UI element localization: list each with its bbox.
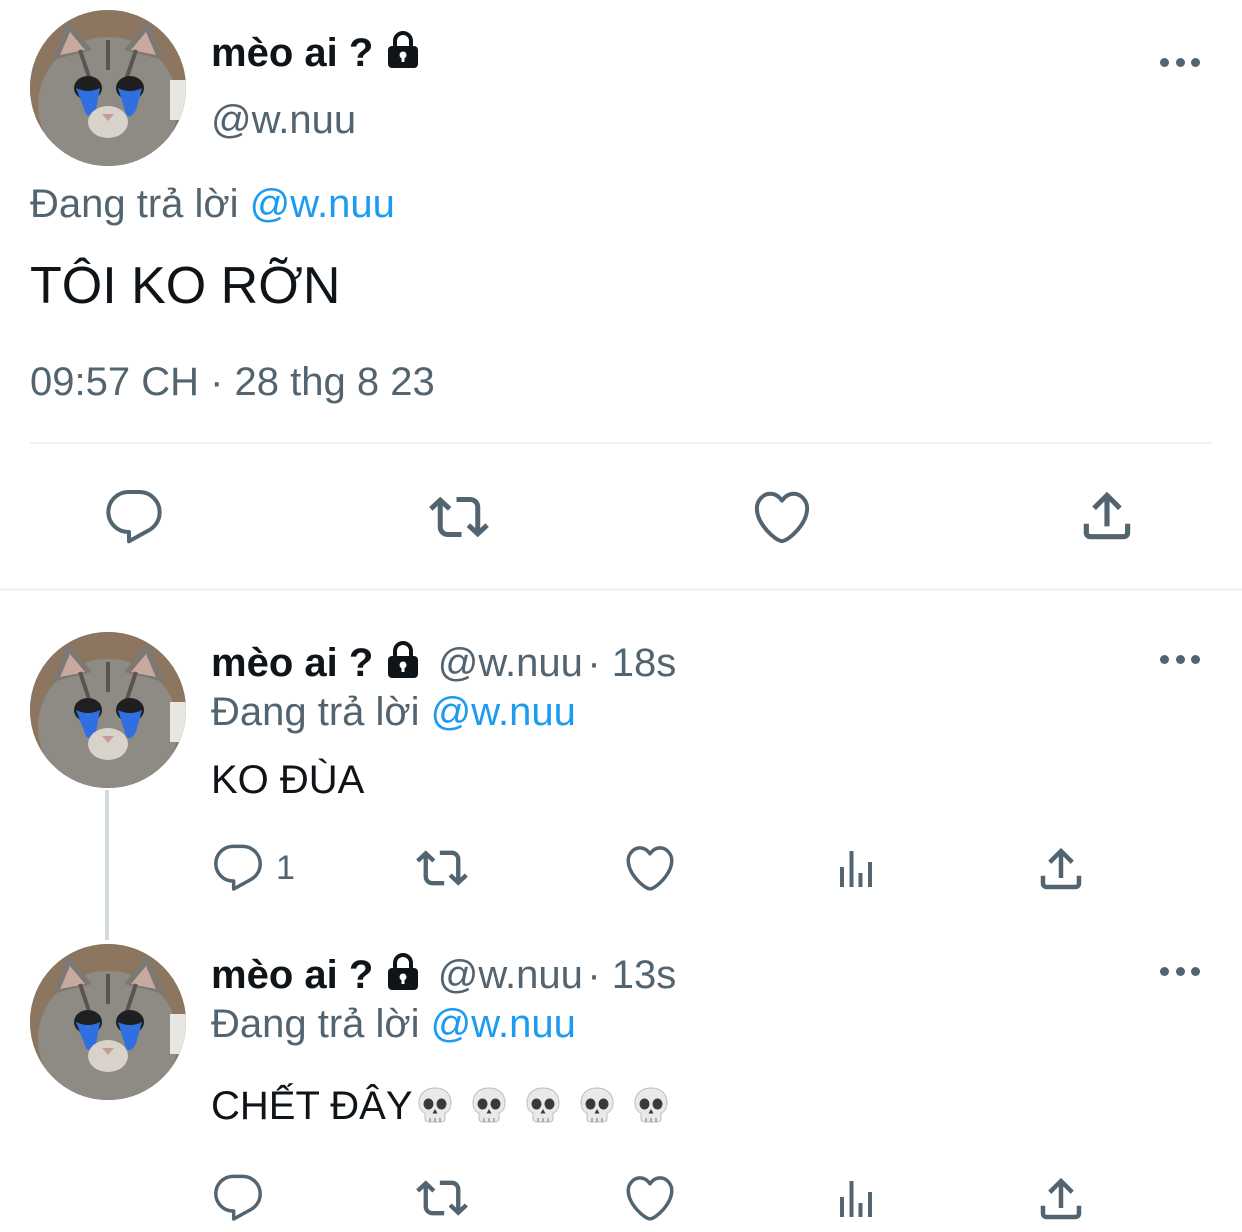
author-handle[interactable]: @w.nuu [438, 953, 583, 997]
skull-emoji-icon [577, 1085, 617, 1125]
reply-button[interactable] [104, 487, 164, 547]
tweet-age[interactable]: · 18s [587, 641, 676, 685]
tweet-age[interactable]: · 13s [587, 953, 676, 997]
divider [30, 442, 1212, 444]
retweet-icon [414, 1172, 470, 1224]
like-button[interactable] [752, 487, 812, 547]
dot-icon [1160, 654, 1169, 664]
author-name[interactable]: mèo ai ? [211, 641, 373, 685]
share-icon [1034, 842, 1088, 896]
reply-icon [212, 1172, 264, 1224]
retweet-button[interactable] [414, 1172, 470, 1224]
dot-icon [1175, 57, 1185, 67]
dot-icon [1160, 966, 1169, 976]
retweet-button[interactable] [428, 487, 490, 547]
more-options-button[interactable] [1160, 965, 1200, 977]
views-button[interactable] [830, 1175, 882, 1223]
avatar[interactable] [30, 632, 186, 788]
tweet-text-row: CHẾT ĐÂY [211, 1084, 671, 1129]
reply-count: 1 [276, 848, 295, 887]
author-name-row: mèo ai ? [211, 30, 423, 76]
reply-button[interactable]: 1 [212, 842, 295, 894]
more-options-button[interactable] [1160, 653, 1200, 665]
retweet-icon [428, 487, 490, 547]
author-name[interactable]: mèo ai ? [211, 953, 373, 997]
tweet-text: KO ĐÙA [211, 758, 365, 802]
reply-icon [104, 487, 164, 547]
replying-to-handle[interactable]: @w.nuu [250, 182, 395, 226]
views-icon [830, 845, 882, 893]
like-button[interactable] [624, 842, 676, 894]
dot-icon [1191, 57, 1200, 67]
cat-crying-avatar-image [30, 944, 186, 1100]
retweet-icon [414, 842, 470, 894]
author-handle[interactable]: @w.nuu [438, 641, 583, 685]
share-button[interactable] [1034, 842, 1088, 896]
reply-button[interactable] [212, 1172, 264, 1224]
lock-icon [383, 30, 423, 70]
thread-connector-line [105, 790, 109, 940]
dot-icon [1175, 966, 1185, 976]
replying-to-label: Đang trả lời [211, 1002, 420, 1046]
reply-icon [212, 842, 264, 894]
heart-icon [624, 1172, 676, 1224]
section-divider [0, 588, 1242, 591]
replying-to-label: Đang trả lời [30, 182, 239, 226]
share-button[interactable] [1034, 1172, 1088, 1226]
heart-icon [752, 487, 812, 547]
reply-header: mèo ai ? @w.nuu · 13s [211, 952, 676, 998]
share-button[interactable] [1076, 485, 1138, 547]
skull-emoji-icon [415, 1085, 455, 1125]
replying-to: Đang trả lời @w.nuu [211, 690, 576, 735]
replying-to-label: Đang trả lời [211, 690, 420, 734]
tweet-text: CHẾT ĐÂY [211, 1084, 413, 1128]
share-icon [1034, 1172, 1088, 1226]
cat-crying-avatar-image [30, 10, 186, 166]
dot-icon [1191, 654, 1200, 664]
like-button[interactable] [624, 1172, 676, 1224]
share-icon [1076, 485, 1138, 547]
avatar[interactable] [30, 944, 186, 1100]
heart-icon [624, 842, 676, 894]
tweet-text: TÔI KO RỠN [30, 257, 341, 315]
more-options-button[interactable] [1160, 56, 1200, 68]
views-button[interactable] [830, 845, 882, 893]
emoji-row [413, 1084, 671, 1128]
dot-icon [1160, 57, 1169, 67]
tweet-timestamp[interactable]: 09:57 CH · 28 thg 8 23 [30, 360, 435, 405]
dot-icon [1191, 966, 1200, 976]
replying-to: Đang trả lời @w.nuu [30, 182, 395, 227]
skull-emoji-icon [469, 1085, 509, 1125]
skull-emoji-icon [523, 1085, 563, 1125]
cat-crying-avatar-image [30, 632, 186, 788]
replying-to-handle[interactable]: @w.nuu [431, 690, 576, 734]
reply-header: mèo ai ? @w.nuu · 18s [211, 640, 676, 686]
author-name[interactable]: mèo ai ? [211, 31, 373, 75]
author-handle[interactable]: @w.nuu [211, 98, 356, 143]
replying-to: Đang trả lời @w.nuu [211, 1002, 576, 1047]
lock-icon [383, 640, 423, 680]
avatar[interactable] [30, 10, 186, 166]
skull-emoji-icon [631, 1085, 671, 1125]
retweet-button[interactable] [414, 842, 470, 894]
views-icon [830, 1175, 882, 1223]
dot-icon [1175, 654, 1185, 664]
replying-to-handle[interactable]: @w.nuu [431, 1002, 576, 1046]
lock-icon [383, 952, 423, 992]
